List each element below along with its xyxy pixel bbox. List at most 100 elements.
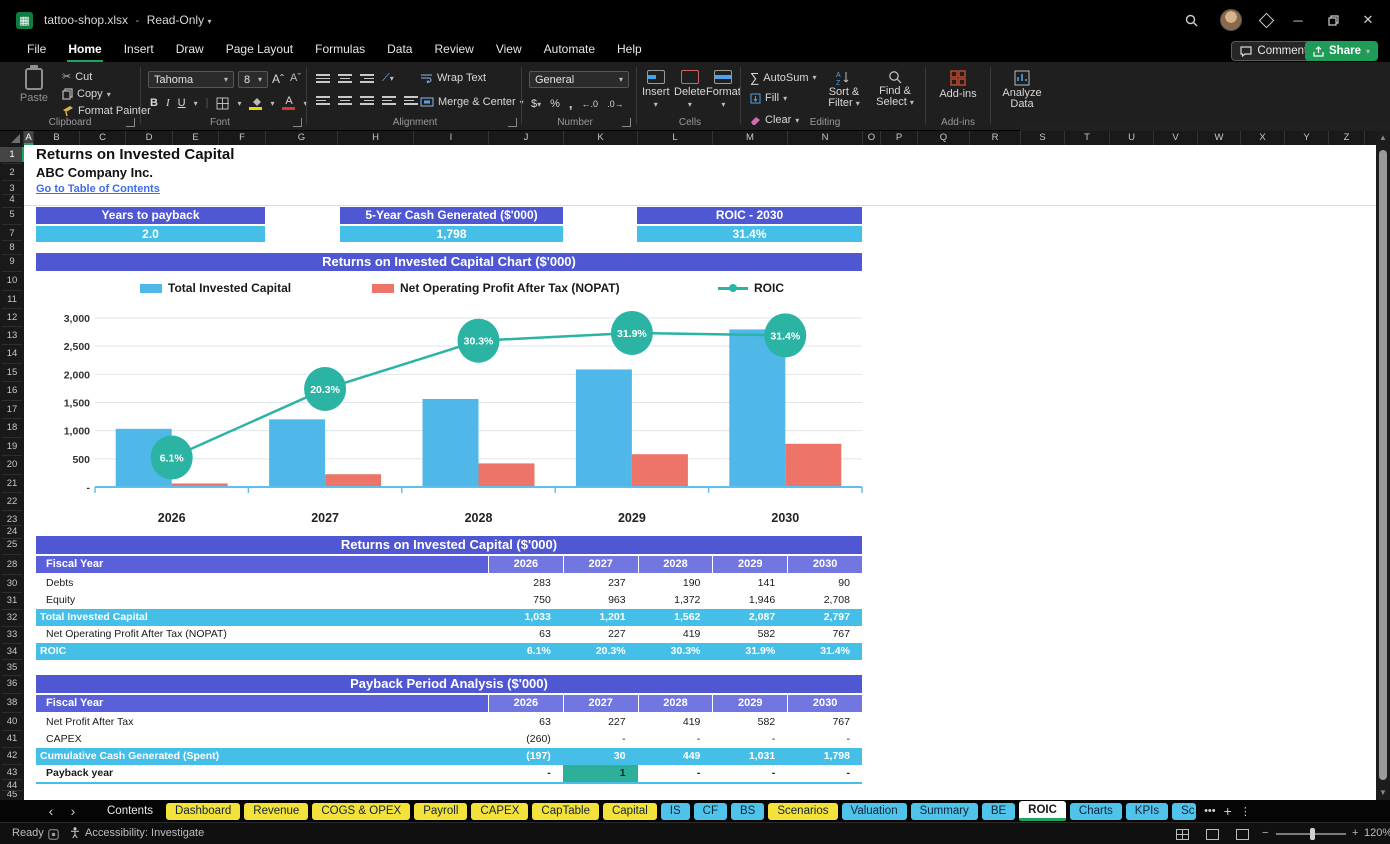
tab-is[interactable]: IS: [660, 802, 690, 820]
wrap-text-button[interactable]: Wrap Text: [420, 72, 486, 84]
row-header-8[interactable]: 8: [0, 240, 24, 255]
align-bottom-button[interactable]: [360, 74, 374, 83]
table-row-label[interactable]: Payback year: [36, 765, 488, 782]
borders-button[interactable]: [216, 97, 230, 110]
add-ins-button[interactable]: Add-ins: [933, 70, 983, 100]
table-cell[interactable]: 227: [563, 714, 638, 731]
table-of-contents-link[interactable]: Go to Table of Contents: [36, 183, 160, 195]
table-cell[interactable]: 31.9%: [712, 643, 788, 660]
tab-sc[interactable]: Sc: [1172, 802, 1197, 820]
row-header-38[interactable]: 38: [0, 695, 24, 710]
merge-center-button[interactable]: Merge & Center▾: [420, 96, 524, 108]
table-row-label[interactable]: Cumulative Cash Generated (Spent): [36, 748, 488, 765]
increase-indent-button[interactable]: [404, 96, 418, 105]
share-button[interactable]: Share ▾: [1305, 41, 1378, 61]
table-cell[interactable]: 31.4%: [787, 643, 862, 660]
avatar[interactable]: [1220, 9, 1242, 31]
sort-filter-button[interactable]: AZ Sort & Filter ▾: [822, 70, 866, 109]
font-dialog-launcher[interactable]: [293, 118, 302, 127]
table-cell[interactable]: 227: [563, 626, 638, 643]
table-cell[interactable]: 1,372: [638, 592, 713, 609]
row-header-5[interactable]: 5: [0, 207, 24, 222]
row-header-25[interactable]: 25: [0, 537, 24, 552]
scroll-up-icon[interactable]: ▲: [1376, 131, 1390, 145]
table-row-label[interactable]: Total Invested Capital: [36, 609, 488, 626]
tab-charts[interactable]: Charts: [1069, 802, 1122, 820]
scroll-down-icon[interactable]: ▼: [1376, 786, 1390, 800]
diamond-icon[interactable]: [1253, 8, 1279, 32]
table-cell[interactable]: 419: [638, 714, 713, 731]
menu-automate[interactable]: Automate: [533, 40, 606, 62]
table-cell[interactable]: 1,946: [712, 592, 787, 609]
table-cell[interactable]: 1,033: [488, 609, 563, 626]
row-header-35[interactable]: 35: [0, 660, 24, 675]
tab-scenarios[interactable]: Scenarios: [768, 802, 838, 820]
italic-button[interactable]: I: [166, 97, 170, 109]
tab-be[interactable]: BE: [981, 802, 1016, 820]
table-cell[interactable]: 283: [488, 575, 563, 592]
kpi-value-roic[interactable]: 31.4%: [637, 226, 862, 242]
tab-revenue[interactable]: Revenue: [244, 802, 309, 820]
zoom-level[interactable]: 120%: [1364, 827, 1390, 839]
row-header-41[interactable]: 41: [0, 731, 24, 746]
table-cell[interactable]: 1,798: [787, 748, 862, 765]
alignment-dialog-launcher[interactable]: [508, 118, 517, 127]
row-header-20[interactable]: 20: [0, 457, 24, 472]
underline-button[interactable]: U: [178, 97, 186, 109]
column-header-C[interactable]: C: [80, 131, 126, 145]
row-header-33[interactable]: 33: [0, 627, 24, 642]
decrease-indent-button[interactable]: [382, 96, 396, 105]
copy-button[interactable]: Copy ▾: [62, 88, 151, 100]
kpi-value-cash[interactable]: 1,798: [340, 226, 563, 242]
format-cells-button[interactable]: Format ▾: [706, 70, 741, 109]
select-all-corner[interactable]: [0, 131, 24, 145]
page-layout-view-button[interactable]: [1206, 829, 1220, 840]
table-cell[interactable]: -: [563, 731, 638, 748]
column-header-L[interactable]: L: [638, 131, 713, 145]
table-row-label[interactable]: Debts: [36, 575, 488, 592]
currency-format-button[interactable]: $▾: [531, 98, 541, 110]
row-header-21[interactable]: 21: [0, 476, 24, 491]
table-cell[interactable]: -: [712, 731, 787, 748]
table-cell[interactable]: 63: [488, 626, 563, 643]
column-header-Y[interactable]: Y: [1285, 131, 1329, 145]
tab-capital[interactable]: Capital: [602, 802, 657, 820]
column-header-P[interactable]: P: [881, 131, 918, 145]
row-header-30[interactable]: 30: [0, 576, 24, 591]
delete-cells-button[interactable]: Delete ▾: [674, 70, 706, 109]
column-header-N[interactable]: N: [788, 131, 863, 145]
menu-draw[interactable]: Draw: [165, 40, 215, 62]
cut-button[interactable]: ✂ Cut: [62, 70, 151, 84]
comma-format-button[interactable]: ,: [569, 96, 573, 111]
menu-page-layout[interactable]: Page Layout: [215, 40, 304, 62]
page-break-view-button[interactable]: [1236, 829, 1250, 840]
number-format-select[interactable]: General ▾: [529, 71, 629, 88]
paste-button[interactable]: Paste: [12, 65, 56, 120]
close-button[interactable]: ✕: [1355, 8, 1381, 32]
macro-record-icon[interactable]: [48, 829, 59, 843]
vertical-scroll-thumb[interactable]: [1379, 150, 1387, 780]
normal-view-button[interactable]: [1176, 829, 1189, 840]
format-painter-button[interactable]: Format Painter: [62, 105, 151, 117]
table-cell[interactable]: -: [787, 731, 862, 748]
zoom-in-button[interactable]: +: [1352, 827, 1358, 839]
menu-review[interactable]: Review: [423, 40, 484, 62]
row-header-10[interactable]: 10: [0, 273, 24, 288]
orientation-button[interactable]: ⟋▾: [382, 72, 394, 85]
menu-file[interactable]: File: [16, 40, 57, 62]
tab-captable[interactable]: CapTable: [532, 802, 599, 820]
table-cell[interactable]: 2,797: [787, 609, 862, 626]
decrease-decimal-button[interactable]: .0→: [607, 99, 624, 109]
align-center-button[interactable]: [338, 96, 352, 105]
mode-chevron-down-icon[interactable]: ▾: [207, 17, 211, 26]
column-header-S[interactable]: S: [1021, 131, 1065, 145]
table-cell[interactable]: 190: [638, 575, 713, 592]
table-cell[interactable]: 419: [638, 626, 713, 643]
menu-home[interactable]: Home: [57, 40, 112, 62]
tab-dashboard[interactable]: Dashboard: [166, 802, 241, 820]
table-cell[interactable]: 1,201: [562, 609, 638, 626]
column-header-Q[interactable]: Q: [918, 131, 970, 145]
column-header-J[interactable]: J: [489, 131, 564, 145]
row-header-17[interactable]: 17: [0, 402, 24, 417]
table-cell[interactable]: (197): [488, 748, 563, 765]
